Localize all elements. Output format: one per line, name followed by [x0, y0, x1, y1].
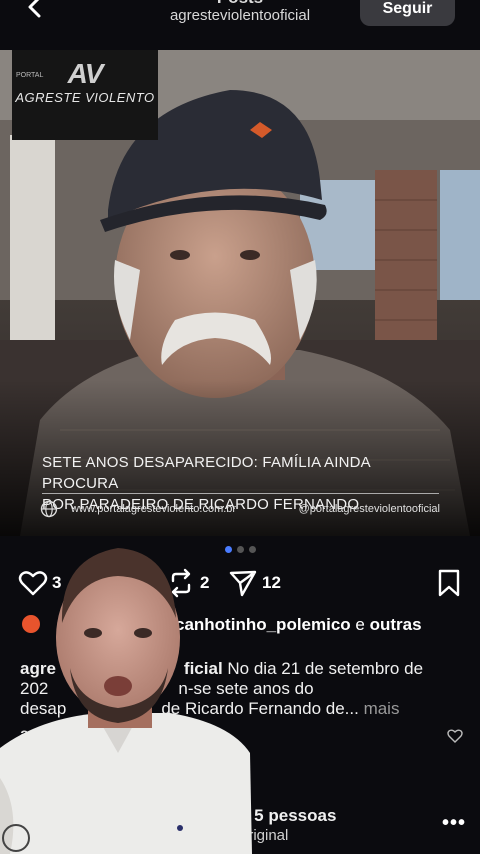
- share-count[interactable]: 12: [262, 573, 281, 593]
- more-link[interactable]: mais: [359, 699, 400, 718]
- pip-speaker-image: [0, 548, 252, 854]
- logo-monogram: AV: [67, 58, 104, 89]
- media-footer: www.portalagresteviolento.com.br @portal…: [40, 500, 442, 518]
- portal-logo: PORTAL AV AGRESTE VIOLENTO: [12, 50, 158, 140]
- caption-text-1: No dia 21 de setembro de: [222, 659, 424, 678]
- site-url: www.portalagresteviolento.com.br: [71, 503, 237, 515]
- pip-video-overlay[interactable]: [0, 538, 252, 854]
- bookmark-icon[interactable]: [434, 568, 464, 598]
- top-bar: Posts agresteviolentooficial Seguir: [0, 0, 480, 48]
- liked-by-connector: e: [350, 615, 370, 634]
- globe-icon: [40, 500, 58, 518]
- caption-line-1: SETE ANOS DESAPARECIDO: FAMÍLIA AINDA PR…: [42, 454, 371, 492]
- site-handle: @portalagresteviolentooficial: [298, 503, 440, 515]
- liked-by-others-footer[interactable]: s 5 pessoas: [240, 806, 336, 826]
- liked-by-others[interactable]: outras: [370, 615, 422, 634]
- follow-button[interactable]: Seguir: [360, 0, 455, 26]
- comment-heart-icon[interactable]: [447, 728, 463, 744]
- caption-divider: [42, 493, 439, 494]
- more-options-icon[interactable]: •••: [442, 812, 466, 835]
- post-media[interactable]: PORTAL AV AGRESTE VIOLENTO SETE ANOS DES…: [0, 50, 480, 536]
- logo-name: AGRESTE VIOLENTO: [15, 90, 155, 105]
